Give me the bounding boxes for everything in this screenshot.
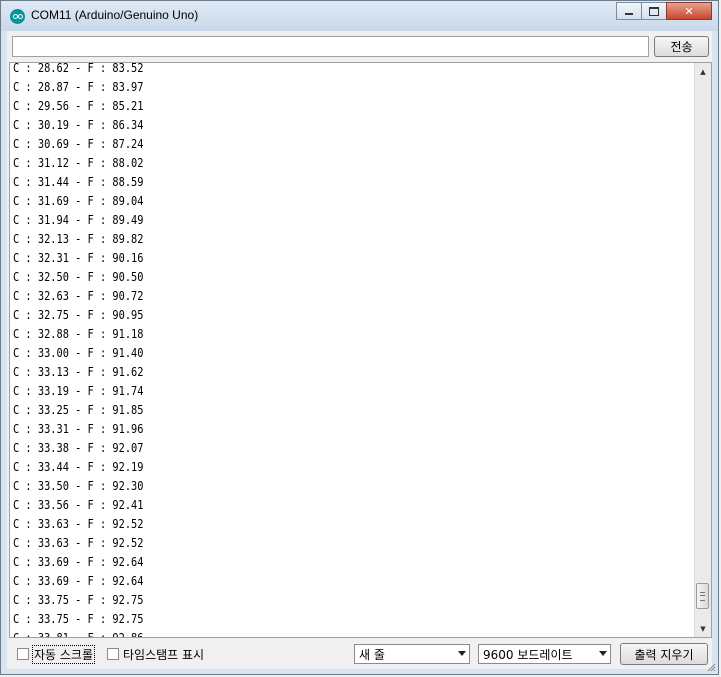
serial-monitor-window: COM11 (Arduino/Genuino Uno) ✕ 전송 C : 28.… bbox=[0, 0, 719, 675]
send-input[interactable] bbox=[12, 36, 649, 57]
window-title: COM11 (Arduino/Genuino Uno) bbox=[31, 8, 199, 22]
maximize-icon bbox=[649, 6, 659, 16]
maximize-button[interactable] bbox=[641, 2, 667, 20]
arduino-icon bbox=[10, 9, 25, 24]
output-lines: C : 28.62 - F : 83.52 C : 28.87 - F : 83.… bbox=[13, 62, 693, 638]
output-line: C : 33.69 - F : 92.64 bbox=[13, 574, 144, 588]
chevron-down-icon bbox=[458, 651, 466, 656]
bottom-bar: 자동 스크롤 타임스탬프 표시 새 줄 9600 보드레이트 출력 지우기 bbox=[7, 641, 712, 667]
output-line: C : 33.31 - F : 91.96 bbox=[13, 422, 144, 436]
output-line: C : 33.38 - F : 92.07 bbox=[13, 441, 144, 455]
output-line: C : 32.13 - F : 89.82 bbox=[13, 232, 144, 246]
output-line: C : 31.44 - F : 88.59 bbox=[13, 175, 144, 189]
minimize-button[interactable] bbox=[616, 2, 642, 20]
chevron-down-icon bbox=[599, 651, 607, 656]
timestamp-checkbox[interactable] bbox=[107, 648, 119, 660]
output-line: C : 33.13 - F : 91.62 bbox=[13, 365, 144, 379]
resize-grip-icon[interactable] bbox=[706, 662, 716, 672]
scroll-up-icon[interactable]: ▲ bbox=[695, 63, 711, 80]
close-icon: ✕ bbox=[684, 4, 694, 18]
baud-rate-value: 9600 보드레이트 bbox=[483, 647, 573, 662]
output-line: C : 33.50 - F : 92.30 bbox=[13, 479, 144, 493]
send-button[interactable]: 전송 bbox=[654, 36, 709, 57]
output-line: C : 32.50 - F : 90.50 bbox=[13, 270, 144, 284]
output-line: C : 33.69 - F : 92.64 bbox=[13, 555, 144, 569]
clear-output-button[interactable]: 출력 지우기 bbox=[620, 643, 708, 665]
baud-rate-select[interactable]: 9600 보드레이트 bbox=[478, 644, 611, 664]
grip-icon bbox=[700, 591, 705, 601]
output-line: C : 29.56 - F : 85.21 bbox=[13, 99, 144, 113]
timestamp-label[interactable]: 타임스탬프 표시 bbox=[123, 646, 204, 663]
autoscroll-checkbox[interactable] bbox=[17, 648, 29, 660]
autoscroll-label[interactable]: 자동 스크롤 bbox=[32, 645, 96, 664]
output-line: C : 28.62 - F : 83.52 bbox=[13, 62, 144, 75]
output-line: C : 33.19 - F : 91.74 bbox=[13, 384, 144, 398]
output-line: C : 28.87 - F : 83.97 bbox=[13, 80, 144, 94]
output-line: C : 33.56 - F : 92.41 bbox=[13, 498, 144, 512]
output-line: C : 30.69 - F : 87.24 bbox=[13, 137, 144, 151]
output-line: C : 33.75 - F : 92.75 bbox=[13, 593, 144, 607]
output-line: C : 32.63 - F : 90.72 bbox=[13, 289, 144, 303]
output-line: C : 32.31 - F : 90.16 bbox=[13, 251, 144, 265]
title-bar[interactable]: COM11 (Arduino/Genuino Uno) ✕ bbox=[1, 1, 718, 31]
output-line: C : 33.81 - F : 92.86 bbox=[13, 631, 144, 638]
output-line: C : 33.00 - F : 91.40 bbox=[13, 346, 144, 360]
output-line: C : 33.25 - F : 91.85 bbox=[13, 403, 144, 417]
client-area: 전송 C : 28.62 - F : 83.52 C : 28.87 - F : … bbox=[7, 31, 712, 669]
output-line: C : 31.69 - F : 89.04 bbox=[13, 194, 144, 208]
window-controls: ✕ bbox=[616, 2, 712, 21]
output-line: C : 31.94 - F : 89.49 bbox=[13, 213, 144, 227]
output-line: C : 33.44 - F : 92.19 bbox=[13, 460, 144, 474]
line-ending-value: 새 줄 bbox=[359, 647, 385, 662]
line-ending-select[interactable]: 새 줄 bbox=[354, 644, 470, 664]
output-line: C : 33.63 - F : 92.52 bbox=[13, 536, 144, 550]
minimize-icon bbox=[625, 13, 633, 15]
scroll-down-icon[interactable]: ▼ bbox=[695, 620, 711, 637]
output-line: C : 32.88 - F : 91.18 bbox=[13, 327, 144, 341]
close-button[interactable]: ✕ bbox=[666, 2, 712, 20]
output-line: C : 33.75 - F : 92.75 bbox=[13, 612, 144, 626]
scrollbar-thumb[interactable] bbox=[696, 583, 709, 609]
output-line: C : 30.19 - F : 86.34 bbox=[13, 118, 144, 132]
output-line: C : 33.63 - F : 92.52 bbox=[13, 517, 144, 531]
output-line: C : 32.75 - F : 90.95 bbox=[13, 308, 144, 322]
serial-output[interactable]: C : 28.62 - F : 83.52 C : 28.87 - F : 83.… bbox=[9, 62, 712, 638]
vertical-scrollbar[interactable]: ▲ ▼ bbox=[694, 63, 711, 637]
output-line: C : 31.12 - F : 88.02 bbox=[13, 156, 144, 170]
